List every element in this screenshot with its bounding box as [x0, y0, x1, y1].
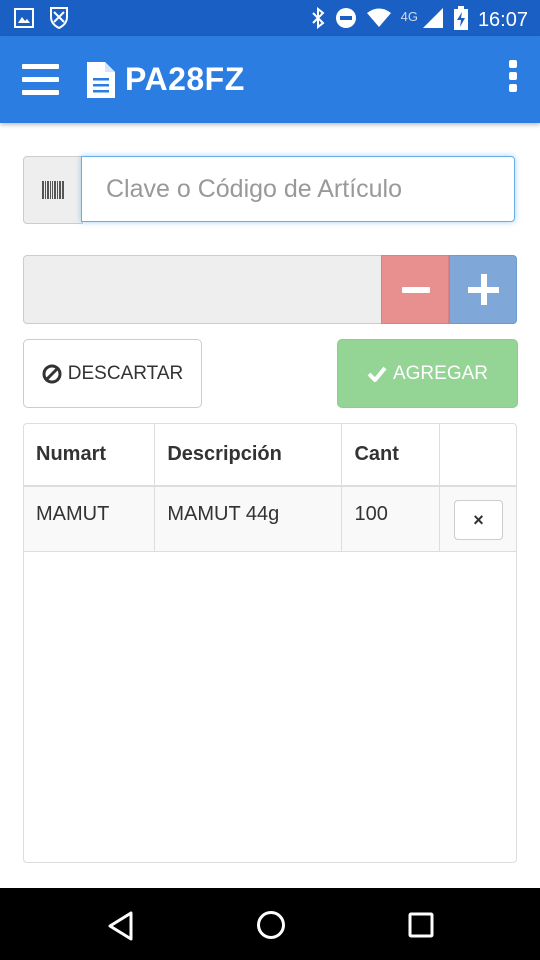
cell-cant: 100	[341, 486, 440, 552]
do-not-disturb-icon	[335, 7, 357, 34]
status-bar: 4G 16:07	[0, 0, 540, 36]
table-row: MAMUT MAMUT 44g 100	[24, 486, 516, 552]
document-icon	[85, 62, 117, 103]
clock: 16:07	[477, 9, 528, 31]
add-button[interactable]: AGREGAR	[337, 339, 518, 408]
ban-icon	[42, 364, 62, 383]
page-title: PA28FZ	[125, 61, 245, 97]
check-icon	[367, 366, 387, 382]
header-cant: Cant	[341, 424, 440, 487]
navigation-bar	[0, 888, 540, 960]
image-icon	[14, 8, 34, 33]
bluetooth-icon	[311, 6, 325, 34]
cell-numart: MAMUT	[24, 486, 156, 552]
close-icon: ×	[473, 509, 484, 530]
article-search-group	[23, 156, 517, 224]
header-numart: Numart	[24, 424, 156, 487]
header-actions	[439, 424, 516, 487]
home-icon[interactable]	[256, 910, 286, 940]
table-header-row: Numart Descripción Cant	[24, 424, 516, 487]
barcode-icon	[42, 181, 64, 199]
shield-notification-icon	[50, 7, 68, 34]
cell-descripcion: MAMUT 44g	[154, 486, 343, 552]
remove-row-button[interactable]: ×	[454, 500, 503, 540]
barcode-addon[interactable]	[23, 156, 83, 224]
discard-button[interactable]: DESCARTAR	[23, 339, 202, 408]
battery-charging-icon	[453, 6, 468, 35]
wifi-icon	[366, 8, 391, 33]
add-label: AGREGAR	[392, 362, 489, 384]
articles-table: Numart Descripción Cant MAMUT MAMUT 44g …	[23, 423, 517, 863]
minus-icon	[402, 287, 430, 293]
back-icon[interactable]	[108, 911, 134, 941]
signal-icon	[422, 7, 444, 34]
quantity-field[interactable]	[23, 255, 383, 324]
network-type: 4G	[400, 9, 418, 24]
header-descripcion: Descripción	[154, 424, 343, 487]
article-code-input[interactable]	[81, 156, 515, 222]
recents-icon[interactable]	[408, 912, 434, 938]
quantity-stepper	[23, 255, 517, 324]
hamburger-menu-icon[interactable]	[22, 62, 60, 96]
decrement-button[interactable]	[381, 255, 449, 324]
discard-label: DESCARTAR	[67, 362, 184, 384]
more-vert-icon[interactable]	[503, 60, 523, 100]
increment-button[interactable]	[449, 255, 517, 324]
app-bar: PA28FZ	[0, 36, 540, 123]
